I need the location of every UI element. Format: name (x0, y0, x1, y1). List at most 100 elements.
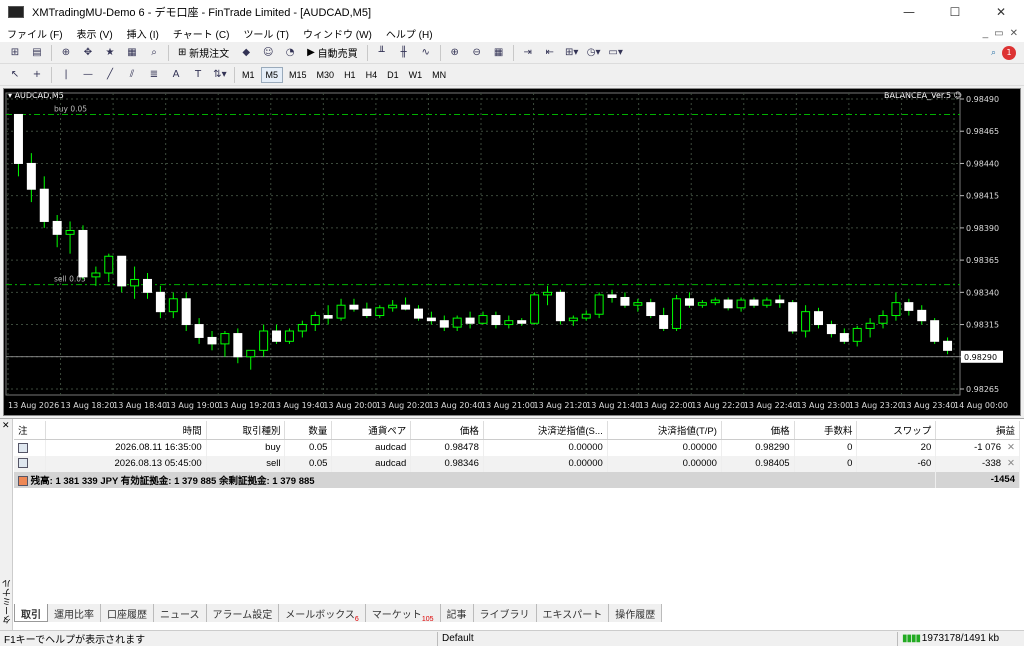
timeframe-d1[interactable]: D1 (383, 67, 403, 83)
col-type[interactable]: 取引種別 (206, 421, 286, 440)
new-order-icon: ⊞ (178, 47, 190, 58)
menu-file[interactable]: ファイル (F) (0, 26, 70, 41)
col-volume[interactable]: 数量 (284, 421, 333, 440)
col-stop-loss[interactable]: 決済逆指値(S... (483, 421, 608, 440)
timeframe-m5[interactable]: M5 (260, 66, 284, 83)
table-row[interactable]: 2026.08.13 05:45:00 sell 0.05 audcad 0.9… (14, 455, 1020, 472)
col-profit[interactable]: 損益 (935, 421, 1020, 440)
indicators-icon[interactable]: ⊞▾ (563, 44, 581, 62)
channel-icon[interactable]: ⫽ (123, 66, 141, 84)
accounts-icon[interactable]: ☺ (259, 44, 277, 62)
bar-chart-icon[interactable]: ╨ (373, 44, 391, 62)
candle-bull (581, 313, 591, 319)
timeframe-m1[interactable]: M1 (238, 67, 259, 83)
tab-journal[interactable]: 操作履歴 (609, 604, 663, 622)
col-commission[interactable]: 手数料 (794, 421, 858, 440)
tile-windows-icon[interactable]: ▦ (490, 44, 508, 62)
x-tick-label: 13 Aug 23:00 (796, 401, 850, 410)
mdi-close-icon[interactable]: ✕ (1010, 28, 1018, 39)
candlestick-icon[interactable]: ╫ (395, 44, 413, 62)
candle-bear (26, 162, 36, 190)
menu-insert[interactable]: 挿入 (I) (120, 26, 166, 41)
terminal-icon[interactable]: ▦ (123, 44, 141, 62)
text-icon[interactable]: A (167, 66, 185, 84)
fibonacci-icon[interactable]: ≣ (145, 66, 163, 84)
cell-current-price: 0.98290 (721, 439, 795, 456)
tab-market-label: マーケット (371, 610, 422, 621)
y-tick-label: 0.98365 (966, 256, 999, 265)
candle-bear (646, 302, 656, 317)
line-chart-icon[interactable]: ∿ (417, 44, 435, 62)
col-take-profit[interactable]: 決済指値(T/P) (607, 421, 722, 440)
menu-window[interactable]: ウィンドウ (W) (296, 26, 379, 41)
navigator-icon[interactable]: ★ (101, 44, 119, 62)
tab-exposure[interactable]: 運用比率 (48, 604, 101, 622)
profiles-icon[interactable]: ▤ (28, 44, 46, 62)
x-tick-label: 13 Aug 20:40 (428, 401, 482, 410)
close-position-icon[interactable]: ✕ (1001, 458, 1015, 469)
col-current-price[interactable]: 価格 (721, 421, 795, 440)
vps-icon[interactable]: ◔ (281, 44, 299, 62)
tab-articles[interactable]: 記事 (440, 604, 474, 622)
search-icon[interactable]: ⌕ (991, 48, 996, 58)
timeframe-w1[interactable]: W1 (405, 67, 427, 83)
col-symbol[interactable]: 通貨ペア (331, 421, 412, 440)
strategy-tester-icon[interactable]: ⌕ (145, 44, 163, 62)
col-order[interactable]: 注 (14, 421, 46, 440)
cell-stop-loss: 0.00000 (483, 439, 608, 456)
menu-view[interactable]: 表示 (V) (70, 26, 120, 41)
horizontal-line-icon[interactable]: — (79, 66, 97, 84)
vertical-line-icon[interactable]: | (57, 66, 75, 84)
new-chart-icon[interactable]: ⊞ (6, 44, 24, 62)
market-watch-icon[interactable]: ⊕ (57, 44, 75, 62)
zoom-in-icon[interactable]: ⊕ (446, 44, 464, 62)
terminal-close-icon[interactable]: ✕ (2, 421, 10, 431)
tab-account-history[interactable]: 口座履歴 (101, 604, 154, 622)
zoom-out-icon[interactable]: ⊖ (468, 44, 486, 62)
maximize-button[interactable]: ☐ (932, 0, 978, 24)
timeframe-mn[interactable]: MN (428, 67, 450, 83)
trendline-icon[interactable]: ╱ (101, 66, 119, 84)
tab-code-base[interactable]: ライブラリ (473, 604, 537, 622)
text-label-icon[interactable]: T (189, 66, 207, 84)
crosshair-icon[interactable]: + (28, 66, 46, 84)
col-time[interactable]: 時間 (45, 421, 207, 440)
price-chart[interactable]: ▾ AUDCAD,M5 BALANCEA_Ver.5 ☺ 0.98490 0.98… (3, 88, 1021, 416)
close-position-icon[interactable]: ✕ (1001, 442, 1015, 453)
mdi-restore-icon[interactable]: ▭ (994, 28, 1003, 39)
tab-experts[interactable]: エキスパート (536, 604, 610, 622)
close-button[interactable]: ✕ (978, 0, 1024, 24)
tab-mailbox[interactable]: メールボックス6 (279, 604, 366, 623)
arrows-icon[interactable]: ⇅▾ (211, 66, 229, 84)
timeframe-h1[interactable]: H1 (340, 67, 360, 83)
status-connection[interactable]: ▮▮▮▮ 1973178/1491 kb (898, 632, 1003, 646)
menu-help[interactable]: ヘルプ (H) (379, 26, 440, 41)
new-order-button[interactable]: ⊞ 新規注文 (174, 44, 233, 62)
chart-shift-icon[interactable]: ⇤ (541, 44, 559, 62)
tab-news[interactable]: ニュース (154, 604, 207, 622)
notification-icon[interactable]: 1 (1002, 45, 1016, 60)
templates-icon[interactable]: ▭▾ (607, 44, 625, 62)
x-tick-label: 13 Aug 18:40 (113, 401, 167, 410)
data-window-icon[interactable]: ✥ (79, 44, 97, 62)
minimize-button[interactable]: — (886, 0, 932, 24)
buy-line-label: buy 0.05 (54, 104, 87, 113)
tab-market[interactable]: マーケット105 (365, 604, 441, 623)
metaeditor-icon[interactable]: ◆ (237, 44, 255, 62)
menu-tools[interactable]: ツール (T) (236, 26, 296, 41)
menu-chart[interactable]: チャート (C) (166, 26, 237, 41)
mdi-minimize-icon[interactable]: _ (983, 28, 989, 39)
autoscroll-icon[interactable]: ⇥ (519, 44, 537, 62)
timeframe-h4[interactable]: H4 (362, 67, 382, 83)
periods-icon[interactable]: ◷▾ (585, 44, 603, 62)
cursor-icon[interactable]: ↖ (6, 66, 24, 84)
col-open-price[interactable]: 価格 (410, 421, 484, 440)
timeframe-m30[interactable]: M30 (313, 67, 339, 83)
tab-alerts[interactable]: アラーム設定 (206, 604, 280, 622)
col-swap[interactable]: スワップ (856, 421, 937, 440)
tab-trade[interactable]: 取引 (14, 604, 48, 622)
table-row[interactable]: 2026.08.11 16:35:00 buy 0.05 audcad 0.98… (14, 439, 1020, 456)
timeframe-m15[interactable]: M15 (285, 67, 311, 83)
auto-trading-button[interactable]: ▶ 自動売買 (303, 44, 361, 62)
status-profile[interactable]: Default (438, 631, 898, 646)
